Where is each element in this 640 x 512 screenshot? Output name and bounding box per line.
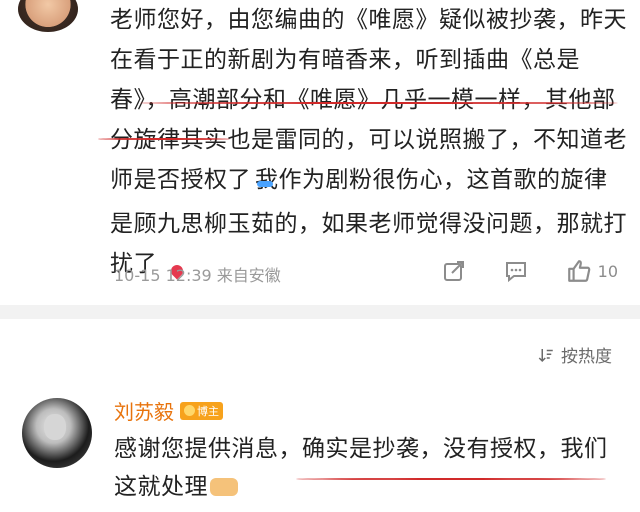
share-button[interactable] (442, 259, 466, 283)
reply-username[interactable]: 刘苏毅 (114, 396, 174, 425)
reply-author: 刘苏毅 博主 (114, 396, 223, 425)
comment-actions: 10 (442, 258, 618, 284)
sort-by-hot-button[interactable]: 按热度 (537, 342, 612, 367)
comment-icon (505, 262, 526, 283)
reply-text-body: 感谢您提供消息，确实是抄袭，没有授权，我们这就处理 (114, 436, 608, 500)
reply-author-avatar[interactable] (22, 398, 92, 468)
share-icon (443, 261, 464, 281)
sort-label: 按热度 (561, 347, 612, 367)
handshake-emoji-icon (210, 478, 238, 496)
crown-icon (184, 405, 195, 416)
like-button[interactable]: 10 (566, 258, 618, 284)
blogger-badge: 博主 (180, 401, 223, 420)
red-underline-2 (98, 138, 230, 140)
thumbs-up-icon (567, 260, 590, 282)
reply-text: 感谢您提供消息，确实是抄袭，没有授权，我们这就处理 (114, 430, 624, 506)
red-underline-3 (296, 478, 606, 480)
like-count: 10 (597, 261, 618, 281)
reply-button[interactable] (504, 259, 528, 283)
comment-meta: 10-15 12:39 来自安徽 (114, 266, 281, 285)
section-divider (0, 305, 640, 319)
sort-icon (538, 348, 553, 362)
red-underline-1 (140, 102, 618, 104)
commenter-avatar[interactable] (18, 0, 78, 32)
comment-text: 老师您好，由您编曲的《唯愿》疑似被抄袭，昨天在看于正的新剧为有暗香来，听到插曲《… (110, 0, 630, 288)
comment-text-part-1: 老师您好，由您编曲的《唯愿》疑似被抄袭，昨天在看于正的新剧为有暗香来，听到插曲《… (110, 7, 627, 193)
badge-label: 博主 (197, 404, 219, 418)
